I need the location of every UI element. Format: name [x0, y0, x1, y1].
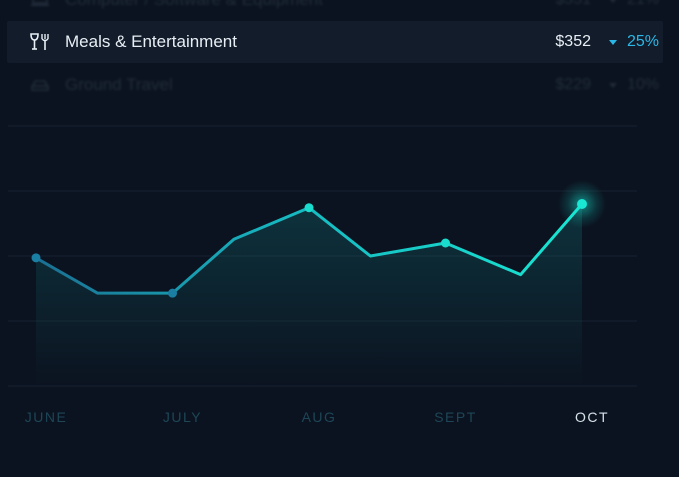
caret-down-icon — [609, 82, 617, 88]
fork-wine-icon — [27, 31, 53, 53]
expense-change-value: 10% — [627, 76, 660, 93]
chart-area-fill — [36, 204, 582, 386]
caret-down-icon — [609, 39, 617, 45]
expense-category-label: Meals & Entertainment — [65, 32, 237, 51]
x-axis-label-july[interactable]: JULY — [163, 409, 202, 425]
expense-change-value: 25% — [627, 33, 660, 50]
x-axis-label-sept[interactable]: SEPT — [434, 409, 477, 425]
expense-row-ground-travel[interactable]: Ground Travel $229 10% — [7, 73, 663, 97]
data-point[interactable] — [31, 253, 41, 263]
expense-category-label: Ground Travel — [65, 75, 173, 94]
data-point[interactable] — [304, 203, 314, 213]
expense-category-label: Computer / Software & Equipment — [65, 0, 555, 10]
expense-change: 10% — [609, 76, 663, 94]
laptop-icon — [27, 0, 53, 11]
expense-change: 21% — [609, 0, 663, 9]
x-axis-label-aug[interactable]: AUG — [302, 409, 337, 425]
expense-amount: $352 — [555, 33, 591, 50]
x-axis-label-oct[interactable]: OCT — [575, 409, 609, 425]
data-point[interactable] — [441, 238, 450, 248]
expense-amount: $551 — [555, 0, 591, 9]
expense-row-computer[interactable]: Computer / Software & Equipment $551 21% — [7, 0, 663, 12]
data-point[interactable] — [577, 199, 587, 209]
spending-line-chart — [8, 125, 637, 387]
expense-change-value: 21% — [627, 0, 659, 9]
x-axis-labels: JUNE JULY AUG SEPT OCT — [0, 409, 679, 429]
expense-row-meals[interactable]: Meals & Entertainment $352 25% — [7, 21, 663, 63]
caret-down-icon — [609, 0, 617, 3]
car-icon — [27, 74, 53, 96]
data-point[interactable] — [168, 288, 177, 298]
expense-change: 25% — [609, 33, 663, 51]
expense-amount: $229 — [555, 76, 591, 93]
x-axis-label-june[interactable]: JUNE — [25, 409, 68, 425]
